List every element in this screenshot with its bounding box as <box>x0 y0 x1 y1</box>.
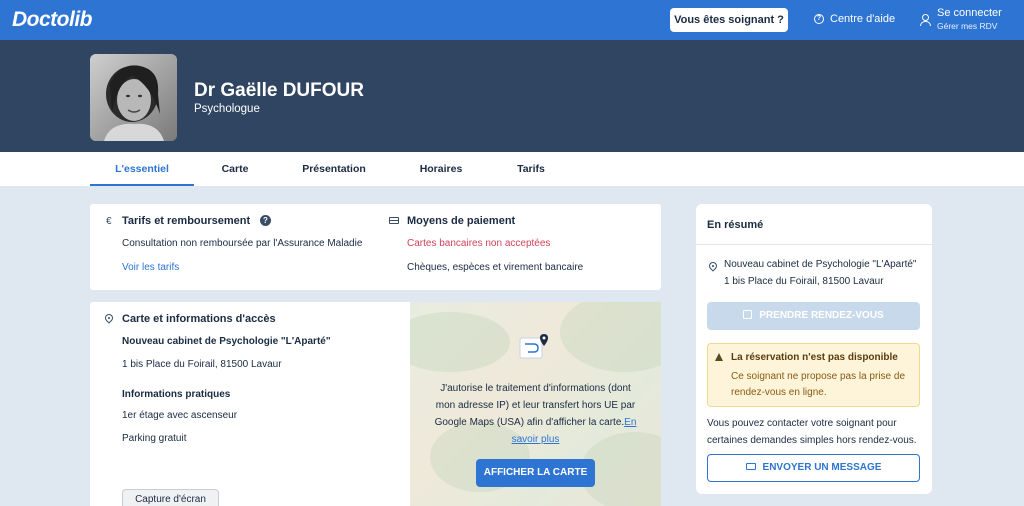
map-consent-text: J'autorise le traitement d'informations … <box>410 380 661 448</box>
alert-title: La réservation n'est pas disponible <box>731 352 898 363</box>
practical-info-parking: Parking gratuit <box>122 433 187 444</box>
summary-card: En résumé Nouveau cabinet de Psychologie… <box>696 204 932 494</box>
tab-tarifs[interactable]: Tarifs <box>505 152 557 186</box>
contact-info: Vous pouvez contacter votre soignant pou… <box>707 418 917 446</box>
doctolib-logo[interactable]: Doctolib <box>12 8 93 32</box>
credit-card-icon <box>389 217 399 224</box>
access-title: Carte et informations d'accès <box>122 313 276 325</box>
help-icon[interactable]: ? <box>260 215 271 226</box>
booking-unavailable-alert: La réservation n'est pas disponible Ce s… <box>707 343 920 407</box>
summary-address: 1 bis Place du Foirail, 81500 Lavaur <box>724 276 884 287</box>
login-link[interactable]: Se connecter Gérer mes RDV <box>920 7 1002 31</box>
paiement-title: Moyens de paiement <box>407 215 516 227</box>
map-route-icon <box>519 334 548 359</box>
tab-presentation[interactable]: Présentation <box>290 152 378 186</box>
login-title: Se connecter <box>937 7 1002 19</box>
access-card <box>90 302 410 506</box>
tarifs-line: Consultation non remboursée par l'Assura… <box>122 238 363 249</box>
cabinet-name: Nouveau cabinet de Psychologie "L'Aparté… <box>122 336 331 347</box>
summary-title: En résumé <box>707 219 764 231</box>
login-subtitle: Gérer mes RDV <box>937 21 998 31</box>
tab-horaires[interactable]: Horaires <box>410 152 472 186</box>
alert-body: Ce soignant ne propose pas la prise de r… <box>731 371 906 398</box>
top-navbar: Doctolib Vous êtes soignant ? ? Centre d… <box>0 0 1024 40</box>
payment-methods: Chèques, espèces et virement bancaire <box>407 262 584 273</box>
show-map-button[interactable]: AFFICHER LA CARTE <box>476 459 595 487</box>
tab-carte[interactable]: Carte <box>205 152 265 186</box>
book-appointment-button[interactable]: PRENDRE RENDEZ-VOUS <box>707 302 920 330</box>
help-circle-icon: ? <box>814 14 824 24</box>
help-link[interactable]: ? Centre d'aide <box>814 13 895 25</box>
map-consent-panel: J'autorise le traitement d'informations … <box>410 302 661 506</box>
summary-divider <box>696 244 932 245</box>
book-appointment-label: PRENDRE RENDEZ-VOUS <box>759 310 884 321</box>
screenshot-button[interactable]: Capture d'écran <box>122 489 219 506</box>
send-message-button[interactable]: ENVOYER UN MESSAGE <box>707 454 920 482</box>
practical-info-title: Informations pratiques <box>122 389 231 400</box>
send-message-label: ENVOYER UN MESSAGE <box>762 462 882 473</box>
warning-icon <box>715 353 723 361</box>
tab-essentiel[interactable]: L'essentiel <box>90 152 194 186</box>
doctor-name: Dr Gaëlle DUFOUR <box>194 80 364 101</box>
help-label: Centre d'aide <box>830 13 896 25</box>
see-tarifs-link[interactable]: Voir les tarifs <box>122 262 179 273</box>
practical-info-elevator: 1er étage avec ascenseur <box>122 410 238 421</box>
map-consent-body: J'autorise le traitement d'informations … <box>434 383 636 428</box>
doctor-avatar <box>90 54 177 141</box>
summary-place: Nouveau cabinet de Psychologie "L'Aparté… <box>724 259 917 270</box>
calendar-icon <box>743 310 753 319</box>
tab-bar: L'essentiel Carte Présentation Horaires … <box>0 152 1024 186</box>
cabinet-address: 1 bis Place du Foirail, 81500 Lavaur <box>122 359 282 370</box>
cards-not-accepted: Cartes bancaires non acceptées <box>407 238 551 249</box>
user-icon <box>920 14 931 26</box>
tarifs-title: Tarifs et remboursement <box>122 215 251 227</box>
pro-button[interactable]: Vous êtes soignant ? <box>670 8 788 32</box>
euro-icon: € <box>106 216 112 227</box>
envelope-icon <box>745 463 756 470</box>
doctor-specialty: Psychologue <box>194 103 260 115</box>
summary-pin-icon <box>707 260 719 272</box>
